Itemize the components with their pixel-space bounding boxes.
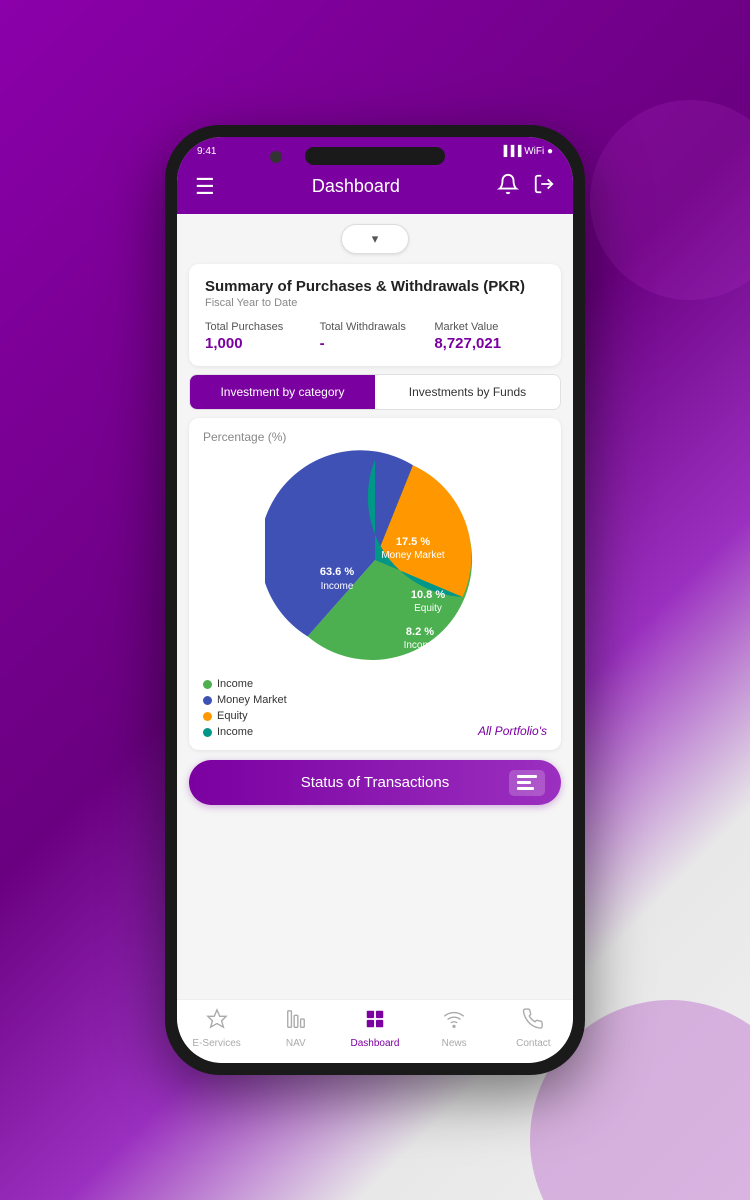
svg-text:Income: Income	[321, 581, 354, 592]
legend-equity: Equity	[203, 710, 287, 722]
svg-text:10.8 %: 10.8 %	[411, 589, 445, 601]
dashboard-icon	[364, 1008, 386, 1036]
purchases-label: Total Purchases	[205, 321, 283, 333]
tab-investment-category[interactable]: Investment by category	[190, 375, 375, 409]
notification-icon[interactable]	[497, 173, 519, 200]
nav-nav-label: NAV	[286, 1038, 306, 1049]
nav-eservices[interactable]: E-Services	[191, 1008, 243, 1049]
eservices-icon	[206, 1008, 228, 1036]
contact-icon	[522, 1008, 544, 1036]
bottom-navigation: E-Services NAV	[177, 999, 573, 1063]
legend-money-market: Money Market	[203, 694, 287, 706]
chart-legend: Income Money Market Equity	[203, 678, 287, 738]
status-transactions-button[interactable]: Status of Transactions	[189, 760, 561, 805]
withdrawals-label: Total Withdrawals	[320, 321, 406, 333]
category-tabs: Investment by category Investments by Fu…	[189, 374, 561, 410]
nav-dashboard[interactable]: Dashboard	[349, 1008, 401, 1049]
nav-contact-label: Contact	[516, 1038, 550, 1049]
svg-text:Money Market: Money Market	[381, 550, 445, 561]
chart-card: Percentage (%)	[189, 418, 561, 750]
purchases-value: 1,000	[205, 335, 243, 352]
app-header: ☰ Dashboard	[177, 165, 573, 214]
menu-icon[interactable]: ☰	[195, 174, 215, 200]
status-btn-icon	[509, 770, 545, 796]
nav-contact[interactable]: Contact	[507, 1008, 559, 1049]
portfolio-label: All Portfolio's	[478, 724, 547, 738]
news-icon	[443, 1008, 465, 1036]
legend-income-teal: Income	[203, 726, 287, 738]
nav-news-label: News	[442, 1038, 467, 1049]
market-value-value: 8,727,021	[434, 335, 501, 352]
summary-card: Summary of Purchases & Withdrawals (PKR)…	[189, 264, 561, 366]
chart-y-label: Percentage (%)	[203, 430, 547, 444]
pie-chart: 63.6 % Income 17.5 % Money Market 10.8 %…	[265, 450, 485, 670]
svg-text:8.2 %: 8.2 %	[406, 626, 434, 638]
chevron-down-icon: ▾	[372, 231, 379, 247]
summary-title: Summary of Purchases & Withdrawals (PKR)	[205, 278, 545, 295]
market-value-label: Market Value	[434, 321, 498, 333]
summary-subtitle: Fiscal Year to Date	[205, 297, 545, 309]
svg-text:63.6 %: 63.6 %	[320, 566, 354, 578]
withdrawals-value: -	[320, 335, 325, 352]
nav-eservices-label: E-Services	[192, 1038, 240, 1049]
portfolio-dropdown[interactable]: ▾	[341, 224, 410, 254]
logout-icon[interactable]	[533, 173, 555, 200]
tab-investments-funds[interactable]: Investments by Funds	[375, 375, 560, 409]
page-title: Dashboard	[312, 176, 400, 197]
svg-text:Equity: Equity	[414, 603, 442, 614]
nav-icon	[285, 1008, 307, 1036]
nav-news[interactable]: News	[428, 1008, 480, 1049]
status-btn-label: Status of Transactions	[301, 774, 449, 791]
svg-text:17.5 %: 17.5 %	[396, 536, 430, 548]
main-content: ▾ Summary of Purchases & Withdrawals (PK…	[177, 214, 573, 999]
nav-nav[interactable]: NAV	[270, 1008, 322, 1049]
svg-text:Income: Income	[404, 640, 437, 651]
nav-dashboard-label: Dashboard	[351, 1038, 400, 1049]
legend-income: Income	[203, 678, 287, 690]
